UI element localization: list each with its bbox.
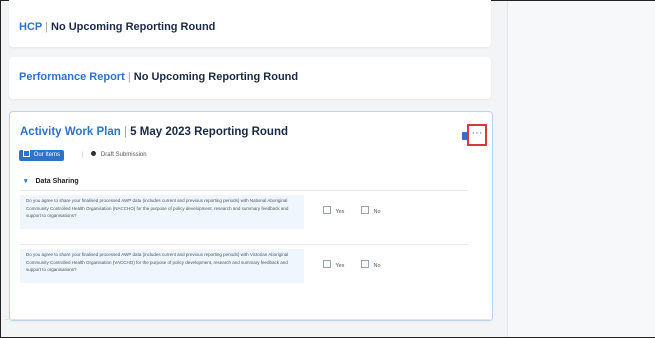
more-options-button[interactable]: ··· [467,124,487,146]
status-dot-icon [91,151,97,156]
yes-label: Yes [335,209,345,215]
performance-report-title-sub: No Upcoming Reporting Round [133,71,299,83]
hcp-card: HCP | No Upcoming Reporting Round [9,0,491,47]
question-text: Do you agree to share your finalised pro… [20,249,304,283]
checkbox-box[interactable] [323,260,331,268]
data-sharing-question-row: Do you agree to share your finalised pro… [20,244,468,283]
yes-label: Yes [335,263,345,269]
yes-checkbox[interactable]: Yes [323,260,344,269]
data-sharing-question-row: Do you agree to share your finalised pro… [20,190,468,229]
checkbox-box[interactable] [361,260,369,268]
performance-report-title-main[interactable]: Performance Report [19,71,125,83]
side-panel [507,1,655,337]
no-checkbox[interactable]: No [361,206,381,215]
no-label: No [373,263,381,269]
hcp-card-title[interactable]: HCP | No Upcoming Reporting Round [19,21,215,33]
activity-work-plan-card: Activity Work Plan | 5 May 2023 Reportin… [9,111,493,321]
submission-status: | Draft Submission [82,150,147,161]
title-separator: | [127,71,131,83]
performance-report-card: Performance Report | No Upcoming Reporti… [9,57,491,99]
data-sharing-title: Data Sharing [35,178,79,185]
title-separator: | [123,126,127,138]
checkbox-box[interactable] [323,206,331,214]
hcp-card-title-main[interactable]: HCP [19,21,42,33]
performance-report-card-title[interactable]: Performance Report | No Upcoming Reporti… [19,71,298,83]
divider [5,319,493,320]
reporting-rounds-column: HCP | No Upcoming Reporting Round Perfor… [5,0,493,337]
data-sharing-section-header[interactable]: ▾ Data Sharing [24,177,79,185]
activity-work-plan-title-main[interactable]: Activity Work Plan [20,126,121,138]
list-icon [23,150,30,157]
activity-work-plan-title[interactable]: Activity Work Plan | 5 May 2023 Reportin… [20,126,288,138]
checkbox-box[interactable] [361,206,369,214]
app-frame: HCP | No Upcoming Reporting Round Perfor… [0,0,655,338]
yes-checkbox[interactable]: Yes [323,206,344,215]
chevron-down-icon: ▾ [24,178,28,185]
more-horizontal-icon: ··· [471,127,483,139]
activity-work-plan-title-sub: 5 May 2023 Reporting Round [130,126,289,138]
our-items-label: Our Items [33,152,61,158]
question-text: Do you agree to share your finalised pro… [20,195,304,229]
no-checkbox[interactable]: No [361,260,381,269]
our-items-tag[interactable]: Our Items [19,150,65,161]
status-separator: | [82,152,84,158]
title-separator: | [45,21,48,33]
status-label: Draft Submission [100,152,147,158]
no-label: No [373,209,381,215]
hcp-card-title-sub: No Upcoming Reporting Round [51,21,216,33]
